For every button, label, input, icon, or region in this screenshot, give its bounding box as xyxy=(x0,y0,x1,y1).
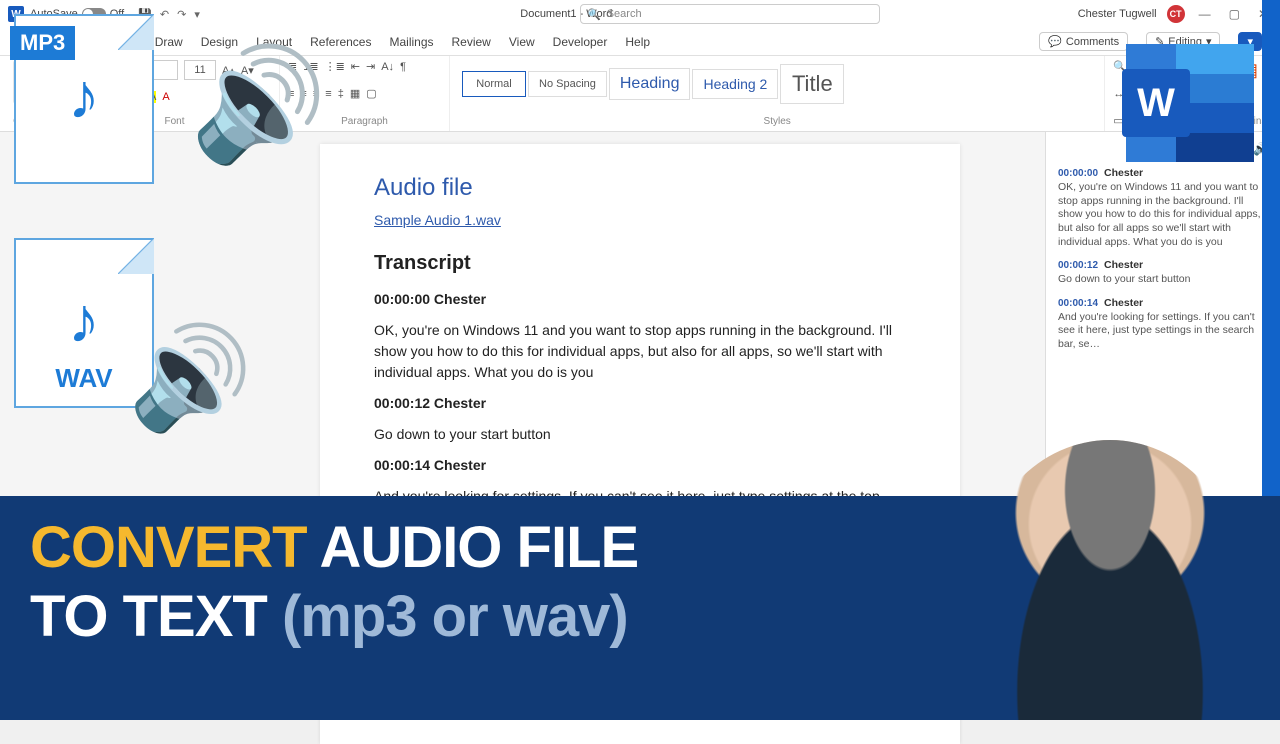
pane-time-2: 00:00:12 xyxy=(1058,260,1098,271)
music-note-icon: ♪ xyxy=(68,283,100,357)
heading-transcript: Transcript xyxy=(374,252,906,275)
pane-speaker-3: Chester xyxy=(1104,297,1143,309)
redo-icon[interactable]: ↷ xyxy=(177,8,186,21)
indent-right-icon[interactable]: ⇥ xyxy=(366,60,375,73)
borders-icon[interactable]: ▢ xyxy=(366,87,376,100)
transcript-body-1: OK, you're on Windows 11 and you want to… xyxy=(374,320,906,383)
transcript-body-2: Go down to your start button xyxy=(374,424,906,445)
comments-button[interactable]: 💬Comments xyxy=(1039,32,1128,51)
indent-left-icon[interactable]: ⇤ xyxy=(351,60,360,73)
multilevel-icon[interactable]: ⋮≣ xyxy=(325,60,345,73)
user-avatar[interactable]: CT xyxy=(1167,5,1185,23)
tab-view[interactable]: View xyxy=(509,35,535,49)
maximize-icon[interactable]: ▢ xyxy=(1225,7,1244,21)
search-box[interactable]: 🔍 Search xyxy=(580,4,880,24)
line-spacing-icon[interactable]: ‡ xyxy=(338,88,344,100)
titlebar: W AutoSave Off 💾 ↶ ↷ ▾ Document1 - Word … xyxy=(0,0,1280,28)
decorative-stripe xyxy=(1262,0,1280,496)
shading-icon[interactable]: ▦ xyxy=(350,87,360,100)
sort-icon[interactable]: A↓ xyxy=(381,61,394,73)
presenter-photo xyxy=(980,440,1240,720)
comment-icon: 💬 xyxy=(1048,35,1062,48)
pane-speaker-1: Chester xyxy=(1104,167,1143,179)
mp3-label: MP3 xyxy=(10,26,75,60)
pane-time-1: 00:00:00 xyxy=(1058,168,1098,179)
tab-review[interactable]: Review xyxy=(452,35,491,49)
banner-word-formats: (mp3 or wav) xyxy=(282,584,628,649)
pane-text-3: And you're looking for settings. If you … xyxy=(1058,311,1268,352)
timestamp-1: 00:00:00 Chester xyxy=(374,289,906,310)
style-no-spacing[interactable]: No Spacing xyxy=(528,71,607,97)
wav-label: WAV xyxy=(55,363,112,394)
word-logo: W xyxy=(1126,44,1254,162)
tab-mailings[interactable]: Mailings xyxy=(389,35,433,49)
pane-text-2: Go down to your start button xyxy=(1058,273,1268,287)
banner-word-audiofile: AUDIO FILE xyxy=(307,515,639,580)
minimize-icon[interactable]: — xyxy=(1195,7,1215,21)
pilcrow-icon[interactable]: ¶ xyxy=(400,61,406,73)
pane-time-3: 00:00:14 xyxy=(1058,298,1098,309)
user-name[interactable]: Chester Tugwell xyxy=(1078,8,1157,20)
style-normal[interactable]: Normal xyxy=(462,71,526,97)
mp3-file-icon: MP3 ♪ xyxy=(14,14,164,194)
pane-speaker-2: Chester xyxy=(1104,259,1143,271)
heading-audio-file: Audio file xyxy=(374,174,906,202)
styles-label: Styles xyxy=(458,116,1096,127)
tab-developer[interactable]: Developer xyxy=(553,35,608,49)
audio-file-link[interactable]: Sample Audio 1.wav xyxy=(374,212,501,228)
style-heading1[interactable]: Heading xyxy=(609,68,691,100)
tab-help[interactable]: Help xyxy=(625,35,650,49)
style-heading2[interactable]: Heading 2 xyxy=(692,69,778,99)
qat-more-icon[interactable]: ▾ xyxy=(194,8,200,21)
speaker-icon: 🔊 xyxy=(128,320,253,437)
pane-entry-2[interactable]: 00:00:12 Chester Go down to your start bu… xyxy=(1058,259,1268,287)
word-letter: W xyxy=(1122,69,1190,137)
pane-text-1: OK, you're on Windows 11 and you want to… xyxy=(1058,181,1268,249)
search-icon: 🔍 xyxy=(587,8,601,21)
styles-group: Normal No Spacing Heading Heading 2 Titl… xyxy=(450,56,1105,131)
speaker-icon: 🔊 xyxy=(190,40,327,169)
timestamp-2: 00:00:12 Chester xyxy=(374,393,906,414)
style-title[interactable]: Title xyxy=(780,64,844,104)
banner-word-totext: TO TEXT xyxy=(30,584,282,649)
banner-word-convert: CONVERT xyxy=(30,515,307,580)
pane-entry-3[interactable]: 00:00:14 Chester And you're looking for s… xyxy=(1058,297,1268,352)
timestamp-3: 00:00:14 Chester xyxy=(374,455,906,476)
music-note-icon: ♪ xyxy=(68,59,100,133)
pane-entry-1[interactable]: 00:00:00 Chester OK, you're on Windows 11… xyxy=(1058,167,1268,249)
